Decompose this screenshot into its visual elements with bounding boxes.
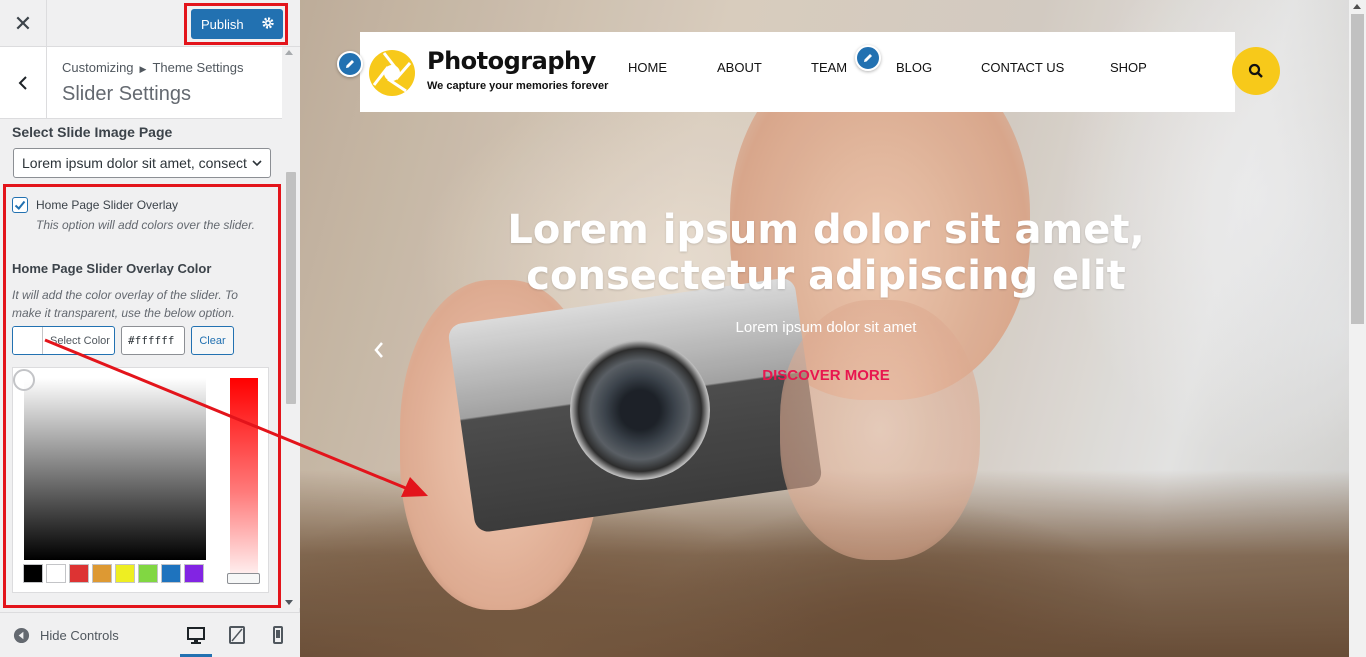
publish-button-label: Publish <box>201 16 244 32</box>
palette-swatch[interactable] <box>115 564 135 583</box>
nav-shop[interactable]: SHOP <box>1110 60 1147 75</box>
chevron-left-icon <box>18 75 27 90</box>
gear-icon[interactable] <box>261 16 275 30</box>
tablet-preview-button[interactable] <box>227 625 247 645</box>
site-title[interactable]: Photography <box>427 47 596 75</box>
section-title: Slider Settings <box>62 83 191 105</box>
slider-prev-arrow-icon[interactable] <box>372 341 386 359</box>
tablet-icon <box>229 626 245 644</box>
palette-swatch[interactable] <box>69 564 89 583</box>
preview-scroll-thumb[interactable] <box>1351 14 1364 324</box>
search-button[interactable] <box>1232 47 1280 95</box>
overlay-color-description: It will add the color overlay of the sli… <box>12 288 238 320</box>
edit-shortcut-logo[interactable] <box>337 51 363 77</box>
nav-home[interactable]: HOME <box>628 60 667 75</box>
hide-controls-button[interactable]: Hide Controls <box>13 627 119 644</box>
discover-more-button[interactable]: DISCOVER MORE <box>750 367 902 384</box>
sidebar-scroll-thumb[interactable] <box>286 172 296 404</box>
overlay-checkbox-label: Home Page Slider Overlay <box>36 198 179 212</box>
color-picker <box>12 367 269 593</box>
pencil-icon <box>864 54 872 62</box>
hide-controls-label: Hide Controls <box>40 628 119 643</box>
hero-title: Lorem ipsum dolor sit amet, consectetur … <box>507 207 1145 299</box>
site-tagline: We capture your memories forever <box>427 80 609 92</box>
overlay-checkbox[interactable] <box>12 197 28 213</box>
palette-swatch[interactable] <box>46 564 66 583</box>
desktop-preview-button[interactable] <box>180 625 212 657</box>
slide-page-selected: Lorem ipsum dolor sit amet, consect <box>22 155 247 171</box>
checkmark-icon <box>14 200 26 210</box>
palette-swatch[interactable] <box>23 564 43 583</box>
mobile-preview-button[interactable] <box>268 625 288 645</box>
breadcrumb-separator-icon: ▶ <box>139 64 147 74</box>
site-preview: Photography We capture your memories for… <box>300 0 1366 657</box>
overlay-checkbox-description: This option will add colors over the sli… <box>36 218 255 232</box>
select-color-button[interactable]: Select Color <box>12 326 115 355</box>
aperture-logo-icon[interactable] <box>368 49 416 97</box>
nav-blog[interactable]: BLOG <box>896 60 932 75</box>
nav-contact-us[interactable]: CONTACT US <box>981 60 1064 75</box>
controls-panel: Select Slide Image Page Lorem ipsum dolo… <box>0 120 282 608</box>
breadcrumb: Customizing ▶ Theme Settings <box>62 60 244 75</box>
palette-swatch[interactable] <box>184 564 204 583</box>
customizer-sidebar: ✕ Publish Customizing ▶ Theme Settings S… <box>0 0 300 657</box>
clear-color-button[interactable]: Clear <box>191 326 234 355</box>
chevron-down-icon <box>252 160 262 167</box>
palette-swatch[interactable] <box>161 564 181 583</box>
mobile-icon <box>273 626 283 644</box>
customizer-header: ✕ Publish <box>0 0 300 47</box>
current-color-swatch <box>13 327 43 354</box>
back-button[interactable] <box>0 47 47 118</box>
section-header: Customizing ▶ Theme Settings Slider Settin… <box>0 47 282 119</box>
publish-button[interactable]: Publish <box>191 9 283 39</box>
saturation-handle[interactable] <box>13 369 35 391</box>
scroll-down-arrow-icon[interactable] <box>285 600 293 605</box>
slide-page-label: Select Slide Image Page <box>12 124 173 140</box>
saturation-square[interactable] <box>24 378 206 560</box>
edit-shortcut-menu[interactable] <box>855 45 881 71</box>
breadcrumb-section: Theme Settings <box>152 60 244 75</box>
desktop-icon <box>187 627 205 644</box>
color-palette <box>23 564 204 583</box>
close-icon: ✕ <box>13 10 33 36</box>
hue-slider[interactable] <box>230 378 258 586</box>
site-header: Photography We capture your memories for… <box>360 32 1235 112</box>
palette-swatch[interactable] <box>138 564 158 583</box>
nav-about[interactable]: ABOUT <box>717 60 762 75</box>
preview-scroll-up-icon[interactable] <box>1353 4 1361 9</box>
search-icon <box>1248 63 1263 78</box>
overlay-color-label: Home Page Slider Overlay Color <box>12 261 212 276</box>
select-color-label: Select Color <box>50 335 110 347</box>
scroll-up-arrow-icon[interactable] <box>285 50 293 55</box>
close-customizer-button[interactable]: ✕ <box>0 0 47 47</box>
slide-page-select[interactable]: Lorem ipsum dolor sit amet, consect <box>13 148 271 178</box>
hero-subtitle: Lorem ipsum dolor sit amet <box>735 319 917 336</box>
palette-swatch[interactable] <box>92 564 112 583</box>
nav-team[interactable]: TEAM <box>811 60 847 75</box>
customizer-footer: Hide Controls <box>0 612 300 657</box>
collapse-arrow-icon <box>13 627 30 644</box>
breadcrumb-root: Customizing <box>62 60 134 75</box>
pencil-icon <box>346 60 354 68</box>
hue-slider-handle[interactable] <box>227 573 260 584</box>
hex-color-input[interactable]: #ffffff <box>121 326 185 355</box>
